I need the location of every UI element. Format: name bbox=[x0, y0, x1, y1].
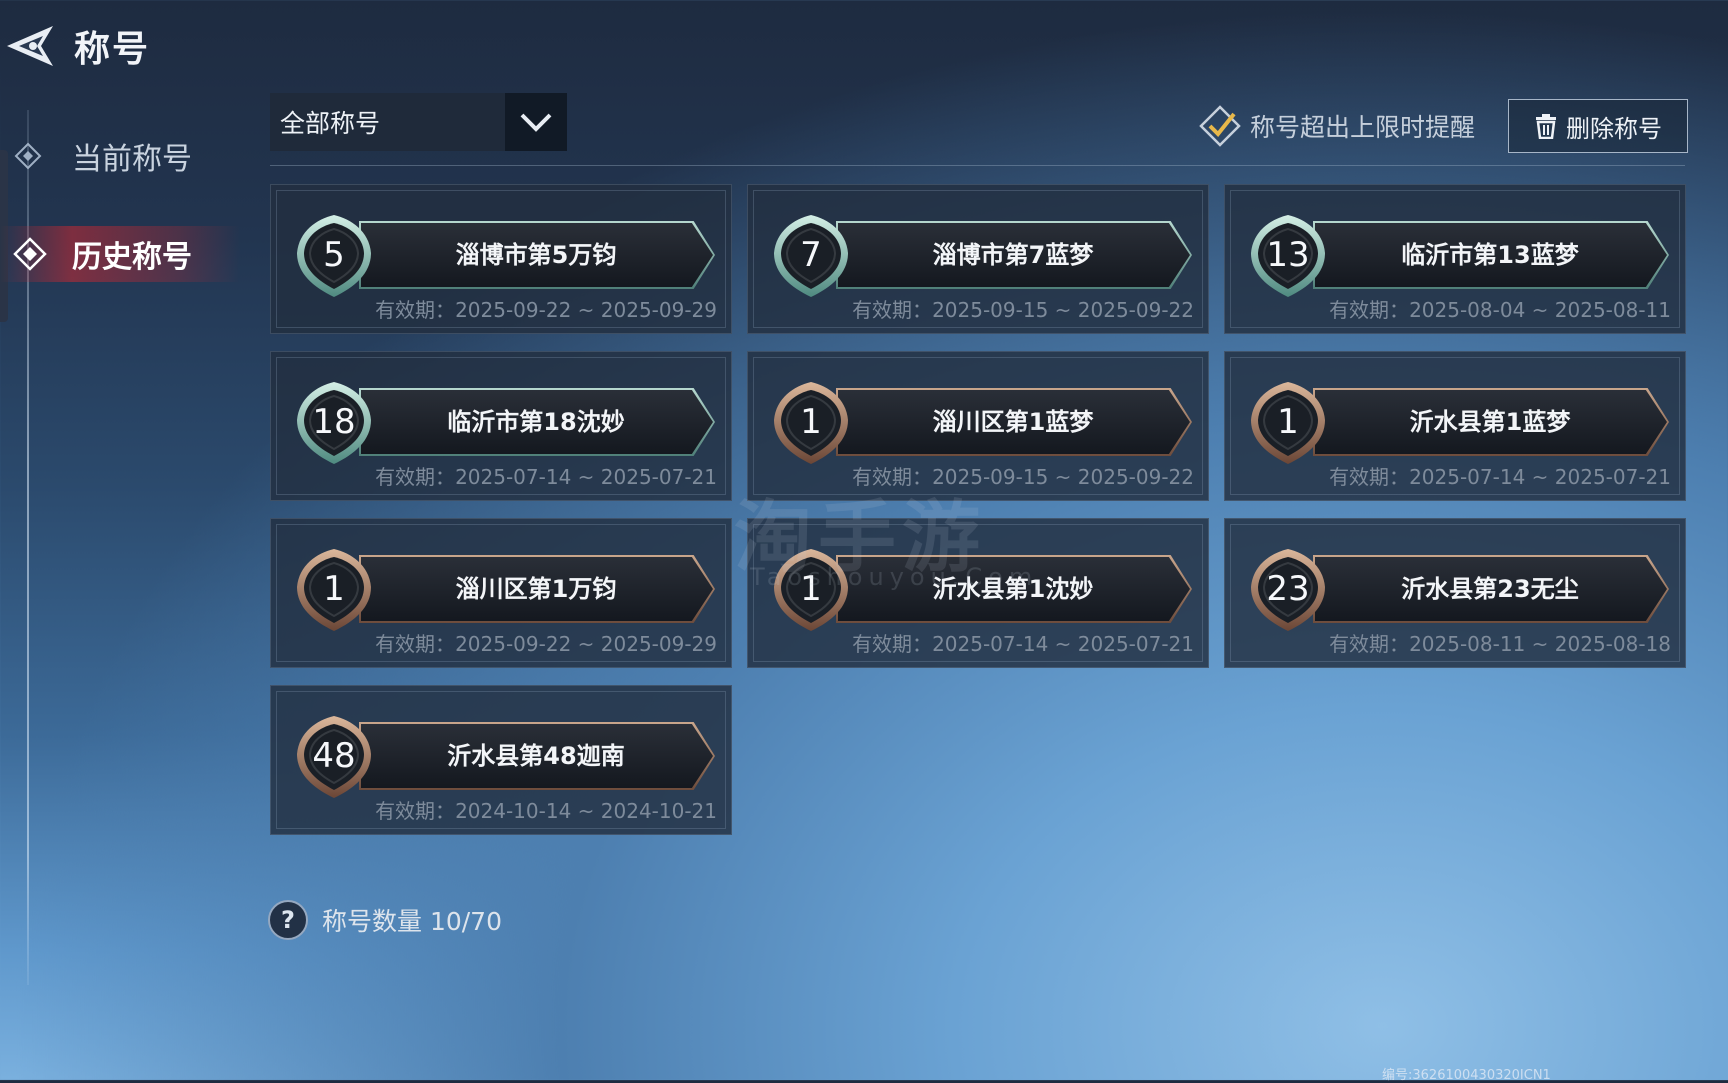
checkbox-checked-icon bbox=[1199, 105, 1241, 147]
rank-number: 1 bbox=[323, 569, 345, 609]
watermark-sub: Taoshouyou.Com bbox=[750, 563, 1039, 591]
help-icon[interactable]: ? bbox=[268, 900, 308, 940]
title-card[interactable]: 13 临沂市第13蓝梦有效期：2025-08-04 ~ 2025-08-11 bbox=[1224, 184, 1686, 334]
rank-number: 48 bbox=[312, 736, 356, 776]
validity-dates: 2025-08-11 ~ 2025-08-18 bbox=[1409, 632, 1671, 656]
validity-period: 有效期：2024-10-14 ~ 2024-10-21 bbox=[375, 795, 717, 824]
title-name: 沂水县第1蓝梦 bbox=[1409, 408, 1571, 436]
validity-period: 有效期：2025-09-15 ~ 2025-09-22 bbox=[852, 294, 1194, 323]
title-name: 临沂市第13蓝梦 bbox=[1401, 241, 1579, 269]
delete-title-button[interactable]: 删除称号 bbox=[1508, 99, 1688, 153]
validity-dates: 2025-07-14 ~ 2025-07-21 bbox=[1409, 465, 1671, 489]
validity-dates: 2024-10-14 ~ 2024-10-21 bbox=[455, 799, 717, 823]
title-card[interactable]: 5 淄博市第5万钧有效期：2025-09-22 ~ 2025-09-29 bbox=[270, 184, 732, 334]
validity-period: 有效期：2025-08-11 ~ 2025-08-18 bbox=[1329, 628, 1671, 657]
rank-number: 1 bbox=[800, 402, 822, 442]
rank-number: 5 bbox=[323, 235, 345, 275]
toolbar-divider bbox=[270, 165, 1685, 166]
title-card[interactable]: 18 临沂市第18沈妙有效期：2025-07-14 ~ 2025-07-21 bbox=[270, 351, 732, 501]
nav-item-history-title[interactable]: 历史称号 bbox=[0, 226, 240, 282]
title-name: 淄博市第5万钧 bbox=[455, 241, 617, 269]
validity-label: 有效期： bbox=[1329, 465, 1410, 489]
validity-period: 有效期：2025-09-22 ~ 2025-09-29 bbox=[375, 628, 717, 657]
title-card[interactable]: 23 沂水县第23无尘有效期：2025-08-11 ~ 2025-08-18 bbox=[1224, 518, 1686, 668]
validity-label: 有效期： bbox=[852, 298, 933, 322]
title-card[interactable]: 1 沂水县第1蓝梦有效期：2025-07-14 ~ 2025-07-21 bbox=[1224, 351, 1686, 501]
nav-item-label: 历史称号 bbox=[72, 240, 192, 275]
filter-selected: 全部称号 bbox=[280, 109, 381, 138]
validity-label: 有效期： bbox=[1329, 632, 1410, 656]
title-card[interactable]: 7 淄博市第7蓝梦有效期：2025-09-15 ~ 2025-09-22 bbox=[747, 184, 1209, 334]
rank-number: 13 bbox=[1266, 235, 1310, 275]
delete-label: 删除称号 bbox=[1566, 114, 1662, 143]
validity-label: 有效期： bbox=[375, 632, 456, 656]
validity-label: 有效期： bbox=[375, 799, 456, 823]
title-count-row: ? 称号数量 10/70 bbox=[268, 900, 502, 940]
validity-dates: 2025-09-22 ~ 2025-09-29 bbox=[455, 632, 717, 656]
nav-item-label: 当前称号 bbox=[72, 142, 192, 177]
diamond-icon bbox=[14, 142, 42, 170]
serial-number: 编号:3626100430320ICN1 bbox=[1382, 1068, 1551, 1083]
title-name: 临沂市第18沈妙 bbox=[447, 408, 625, 436]
header: 称号 bbox=[0, 16, 150, 76]
title-card[interactable]: 48 沂水县第48迦南有效期：2024-10-14 ~ 2024-10-21 bbox=[270, 685, 732, 835]
reminder-label: 称号超出上限时提醒 bbox=[1250, 113, 1476, 142]
validity-label: 有效期： bbox=[375, 298, 456, 322]
validity-dates: 2025-09-15 ~ 2025-09-22 bbox=[932, 298, 1194, 322]
trash-icon bbox=[1536, 114, 1556, 139]
nav-item-current-title[interactable]: 当前称号 bbox=[0, 128, 220, 184]
chevron-down-icon bbox=[520, 113, 552, 132]
rank-number: 23 bbox=[1266, 569, 1310, 609]
diamond-selected-icon bbox=[13, 237, 47, 271]
validity-label: 有效期： bbox=[1329, 298, 1410, 322]
page-title: 称号 bbox=[74, 29, 151, 70]
validity-period: 有效期：2025-07-14 ~ 2025-07-21 bbox=[1329, 461, 1671, 490]
validity-period: 有效期：2025-07-14 ~ 2025-07-21 bbox=[375, 461, 717, 490]
rank-number: 7 bbox=[800, 235, 822, 275]
title-name: 淄川区第1蓝梦 bbox=[932, 408, 1094, 436]
limit-reminder-toggle[interactable]: 称号超出上限时提醒 bbox=[1198, 100, 1475, 152]
validity-dates: 2025-09-22 ~ 2025-09-29 bbox=[455, 298, 717, 322]
validity-dates: 2025-08-04 ~ 2025-08-11 bbox=[1409, 298, 1671, 322]
validity-dates: 2025-07-14 ~ 2025-07-21 bbox=[932, 632, 1194, 656]
title-card[interactable]: 1 淄川区第1万钧有效期：2025-09-22 ~ 2025-09-29 bbox=[270, 518, 732, 668]
back-arrow-icon bbox=[7, 26, 53, 66]
title-name: 沂水县第23无尘 bbox=[1401, 575, 1579, 603]
title-name: 沂水县第48迦南 bbox=[447, 742, 625, 770]
validity-period: 有效期：2025-07-14 ~ 2025-07-21 bbox=[852, 628, 1194, 657]
title-name: 淄博市第7蓝梦 bbox=[932, 241, 1094, 269]
validity-label: 有效期： bbox=[375, 465, 456, 489]
validity-period: 有效期：2025-08-04 ~ 2025-08-11 bbox=[1329, 294, 1671, 323]
title-count: 称号数量 10/70 bbox=[322, 907, 502, 936]
back-button[interactable] bbox=[0, 16, 62, 76]
dropdown-toggle[interactable] bbox=[505, 93, 567, 151]
rank-number: 18 bbox=[312, 402, 356, 442]
validity-label: 有效期： bbox=[852, 632, 933, 656]
validity-dates: 2025-07-14 ~ 2025-07-21 bbox=[455, 465, 717, 489]
filter-dropdown[interactable]: 全部称号 bbox=[270, 93, 567, 151]
rank-number: 1 bbox=[1277, 402, 1299, 442]
validity-period: 有效期：2025-09-22 ~ 2025-09-29 bbox=[375, 294, 717, 323]
title-name: 淄川区第1万钧 bbox=[455, 575, 617, 603]
